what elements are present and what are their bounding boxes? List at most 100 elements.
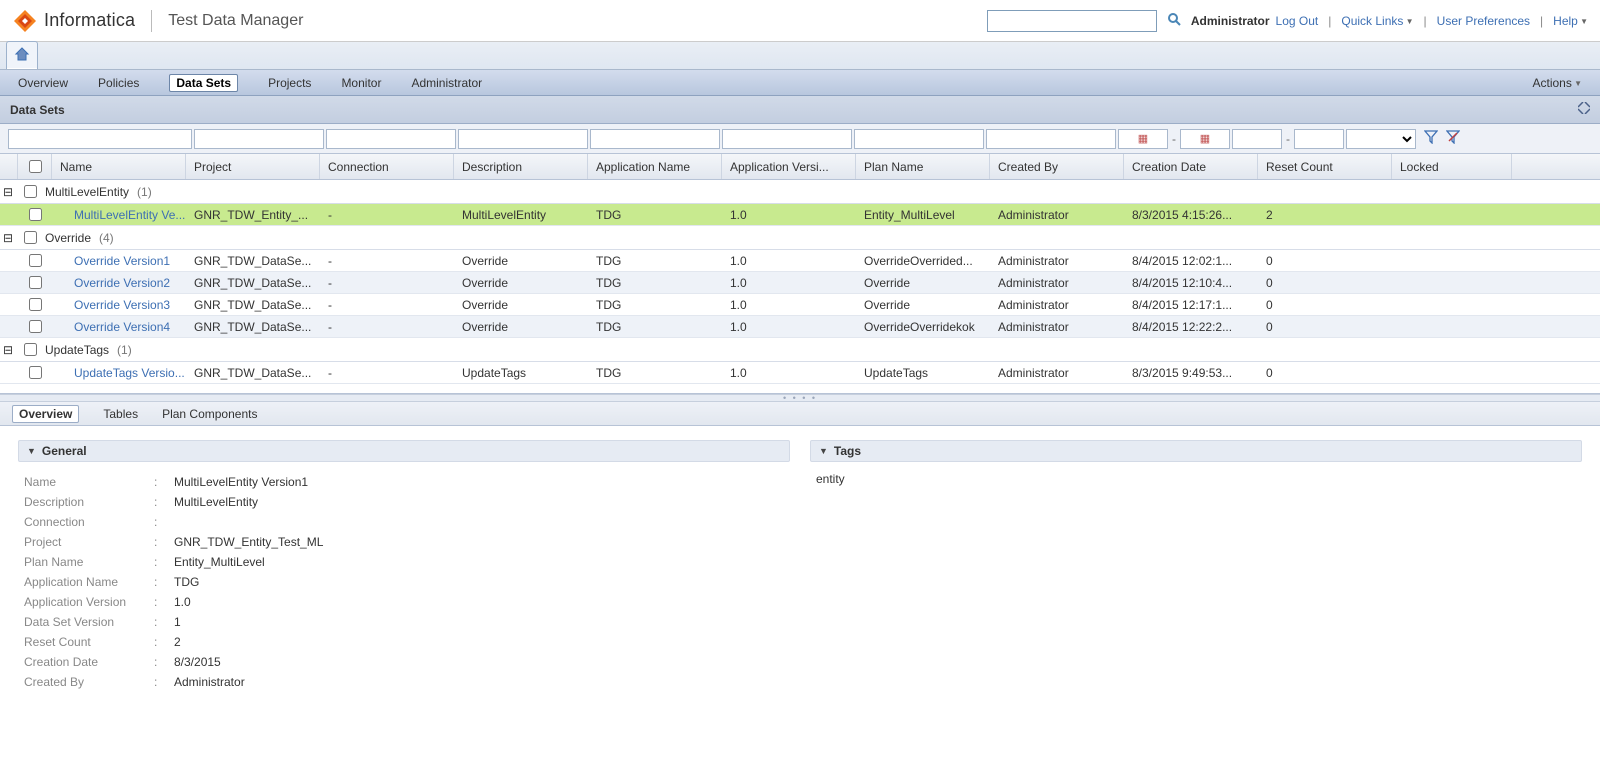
row-app-version: 1.0: [722, 316, 856, 337]
filter-description[interactable]: [458, 129, 588, 149]
row-reset-count: 0: [1258, 250, 1392, 271]
detail-tab-overview[interactable]: Overview: [12, 405, 79, 423]
row-name-link[interactable]: MultiLevelEntity Ve...: [74, 208, 185, 222]
filter-app-name[interactable]: [590, 129, 720, 149]
row-checkbox[interactable]: [29, 208, 42, 221]
grid-header-description[interactable]: Description: [454, 154, 588, 179]
grid-header-connection[interactable]: Connection: [320, 154, 454, 179]
search-icon[interactable]: [1167, 12, 1181, 29]
row-description: UpdateTags: [454, 362, 588, 383]
row-project: GNR_TDW_Entity_...: [186, 204, 320, 225]
filter-date-to[interactable]: ▦: [1180, 129, 1230, 149]
maximize-icon[interactable]: [1578, 102, 1590, 117]
detail-tabs: Overview Tables Plan Components: [0, 402, 1600, 426]
horizontal-splitter[interactable]: • • • •: [0, 394, 1600, 402]
grid-data-row[interactable]: Override Version1GNR_TDW_DataSe...-Overr…: [0, 250, 1600, 272]
data-sets-grid[interactable]: Name Project Connection Description Appl…: [0, 154, 1600, 394]
disclosure-triangle-icon[interactable]: ▼: [819, 446, 828, 456]
kv-value: MultiLevelEntity: [174, 495, 258, 509]
disclosure-triangle-icon[interactable]: ▼: [27, 446, 36, 456]
grid-data-row[interactable]: UpdateTags Versio...GNR_TDW_DataSe...-Up…: [0, 362, 1600, 384]
grid-header-checkbox[interactable]: [18, 154, 52, 179]
row-checkbox[interactable]: [29, 366, 42, 379]
clear-filter-icon[interactable]: [1446, 130, 1460, 147]
grid-header-name[interactable]: Name: [52, 154, 186, 179]
grid-group-row[interactable]: ⊟Override(4): [0, 226, 1600, 250]
grid-header-reset-count[interactable]: Reset Count: [1258, 154, 1392, 179]
filter-reset-to[interactable]: [1294, 129, 1344, 149]
grid-data-row[interactable]: Override Version3GNR_TDW_DataSe...-Overr…: [0, 294, 1600, 316]
filter-reset-from[interactable]: [1232, 129, 1282, 149]
group-label: MultiLevelEntity: [45, 185, 129, 199]
actions-menu[interactable]: Actions: [1533, 76, 1583, 90]
grid-header-created-by[interactable]: Created By: [990, 154, 1124, 179]
grid-data-row[interactable]: MultiLevelEntity Ve...GNR_TDW_Entity_...…: [0, 204, 1600, 226]
row-checkbox[interactable]: [29, 320, 42, 333]
row-connection: -: [320, 272, 454, 293]
filter-name[interactable]: [8, 129, 192, 149]
filter-locked-select[interactable]: [1346, 129, 1416, 149]
nav-projects[interactable]: Projects: [268, 76, 311, 90]
filter-connection[interactable]: [326, 129, 456, 149]
nav-administrator[interactable]: Administrator: [411, 76, 482, 90]
group-checkbox[interactable]: [24, 343, 37, 356]
row-app-name: TDG: [588, 250, 722, 271]
row-creation-date: 8/3/2015 9:49:53...: [1124, 362, 1258, 383]
tags-section-header[interactable]: ▼ Tags: [810, 440, 1582, 462]
detail-tab-tables[interactable]: Tables: [103, 407, 138, 421]
grid-header-locked[interactable]: Locked: [1392, 154, 1512, 179]
row-checkbox[interactable]: [29, 254, 42, 267]
filter-created-by[interactable]: [986, 129, 1116, 149]
row-name-link[interactable]: Override Version3: [74, 298, 170, 312]
filter-project[interactable]: [194, 129, 324, 149]
grid-group-row[interactable]: ⊟UpdateTags(1): [0, 338, 1600, 362]
grid-header-project[interactable]: Project: [186, 154, 320, 179]
help-menu[interactable]: Help: [1553, 14, 1588, 28]
row-name-link[interactable]: Override Version1: [74, 254, 170, 268]
grid-header-app-version[interactable]: Application Versi...: [722, 154, 856, 179]
kv-key: Reset Count: [24, 635, 154, 649]
filter-plan-name[interactable]: [854, 129, 984, 149]
grid-header-plan-name[interactable]: Plan Name: [856, 154, 990, 179]
filter-app-version[interactable]: [722, 129, 852, 149]
general-section-header[interactable]: ▼ General: [18, 440, 790, 462]
app-title: Test Data Manager: [168, 12, 303, 30]
group-checkbox[interactable]: [24, 231, 37, 244]
search-input[interactable]: [987, 10, 1157, 32]
collapse-icon[interactable]: ⊟: [0, 231, 16, 245]
quick-links-menu[interactable]: Quick Links: [1341, 14, 1413, 28]
nav-data-sets[interactable]: Data Sets: [169, 74, 238, 92]
user-preferences-link[interactable]: User Preferences: [1437, 14, 1530, 28]
brand-label: Informatica: [44, 10, 135, 31]
apply-filter-icon[interactable]: [1424, 130, 1438, 147]
grid-header-creation-date[interactable]: Creation Date: [1124, 154, 1258, 179]
row-name-link[interactable]: Override Version4: [74, 320, 170, 334]
home-tab[interactable]: [6, 41, 38, 69]
detail-body: ▼ General Name:MultiLevelEntity Version1…: [0, 426, 1600, 778]
row-app-version: 1.0: [722, 362, 856, 383]
nav-overview[interactable]: Overview: [18, 76, 68, 90]
grid-data-row[interactable]: Override Version2GNR_TDW_DataSe...-Overr…: [0, 272, 1600, 294]
group-checkbox[interactable]: [24, 185, 37, 198]
row-name-link[interactable]: Override Version2: [74, 276, 170, 290]
row-connection: -: [320, 294, 454, 315]
row-name-link[interactable]: UpdateTags Versio...: [74, 366, 185, 380]
filter-date-from[interactable]: ▦: [1118, 129, 1168, 149]
group-count: (1): [117, 343, 132, 357]
header-separator: |: [1328, 14, 1331, 28]
row-checkbox[interactable]: [29, 298, 42, 311]
row-creation-date: 8/4/2015 12:10:4...: [1124, 272, 1258, 293]
kv-row: Plan Name:Entity_MultiLevel: [24, 552, 784, 572]
grid-data-row[interactable]: Override Version4GNR_TDW_DataSe...-Overr…: [0, 316, 1600, 338]
detail-tab-plan-components[interactable]: Plan Components: [162, 407, 257, 421]
nav-policies[interactable]: Policies: [98, 76, 139, 90]
row-checkbox[interactable]: [29, 276, 42, 289]
nav-monitor[interactable]: Monitor: [341, 76, 381, 90]
collapse-icon[interactable]: ⊟: [0, 343, 16, 357]
grid-header-app-name[interactable]: Application Name: [588, 154, 722, 179]
kv-row: Application Version:1.0: [24, 592, 784, 612]
collapse-icon[interactable]: ⊟: [0, 185, 16, 199]
logout-link[interactable]: Log Out: [1276, 14, 1319, 28]
grid-group-row[interactable]: ⊟MultiLevelEntity(1): [0, 180, 1600, 204]
header-separator: |: [1424, 14, 1427, 28]
